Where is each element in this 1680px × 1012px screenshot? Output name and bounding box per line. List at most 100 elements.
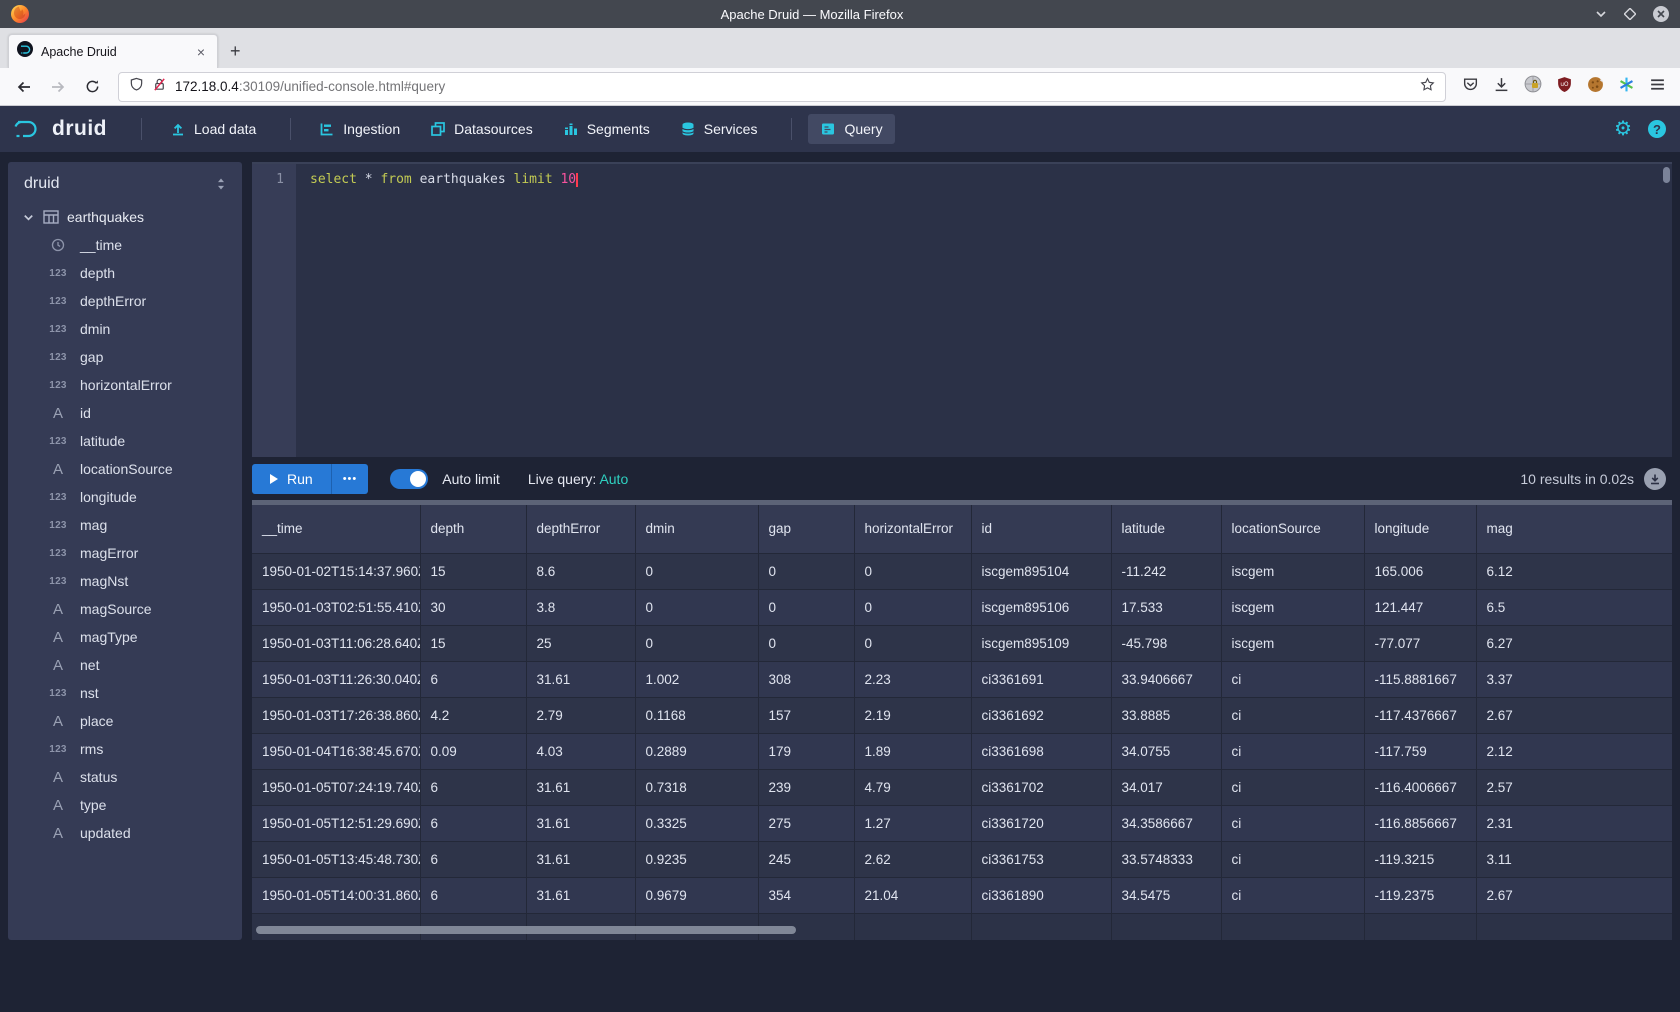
results-cell[interactable]: ci [1221, 769, 1364, 805]
download-icon[interactable] [1493, 76, 1510, 98]
results-cell[interactable]: 2.19 [854, 697, 971, 733]
ublock-icon[interactable]: uO [1556, 76, 1573, 98]
results-cell[interactable]: 239 [758, 769, 854, 805]
results-cell[interactable]: 2.31 [1476, 805, 1672, 841]
results-cell[interactable]: 30 [420, 589, 526, 625]
url-text[interactable]: 172.18.0.4:30109/unified-console.html#qu… [175, 79, 1412, 94]
results-cell[interactable]: 6 [420, 841, 526, 877]
results-cell[interactable]: 4.79 [854, 769, 971, 805]
run-button[interactable]: Run [252, 464, 331, 494]
download-results-icon[interactable] [1644, 468, 1666, 490]
results-cell[interactable]: -116.8856667 [1364, 805, 1476, 841]
results-cell[interactable]: 6 [420, 805, 526, 841]
results-cell[interactable]: 0.7318 [635, 769, 758, 805]
sidebar-table-earthquakes[interactable]: earthquakes [8, 203, 242, 231]
results-cell[interactable]: 21.04 [854, 877, 971, 913]
results-cell[interactable]: ci3361753 [971, 841, 1111, 877]
nav-item-load-data[interactable]: Load data [158, 114, 268, 144]
results-cell[interactable]: 1950-01-05T13:45:48.730Z [252, 841, 420, 877]
results-cell[interactable]: 0.3325 [635, 805, 758, 841]
results-cell[interactable]: -119.2375 [1364, 877, 1476, 913]
results-header-locationSource[interactable]: locationSource [1221, 505, 1364, 553]
results-header-depth[interactable]: depth [420, 505, 526, 553]
results-cell[interactable]: 6.27 [1476, 625, 1672, 661]
sidebar-column-net[interactable]: Anet [8, 651, 242, 679]
results-cell[interactable]: 1.002 [635, 661, 758, 697]
results-cell[interactable]: ci [1221, 661, 1364, 697]
sidebar-column-place[interactable]: Aplace [8, 707, 242, 735]
schema-selector[interactable]: druid [8, 162, 242, 203]
nav-item-ingestion[interactable]: Ingestion [307, 114, 412, 144]
results-cell[interactable]: 15 [420, 625, 526, 661]
results-cell[interactable]: 275 [758, 805, 854, 841]
live-query-value[interactable]: Auto [599, 471, 628, 487]
editor-code-line[interactable]: select * from earthquakes limit 10 [296, 164, 1672, 457]
results-cell[interactable]: 245 [758, 841, 854, 877]
results-cell[interactable]: 31.61 [526, 661, 635, 697]
results-cell[interactable]: ci3361692 [971, 697, 1111, 733]
results-cell[interactable]: 0.2889 [635, 733, 758, 769]
sidebar-column-gap[interactable]: 123gap [8, 343, 242, 371]
results-cell[interactable]: ci3361698 [971, 733, 1111, 769]
results-cell[interactable]: 121.447 [1364, 589, 1476, 625]
results-cell[interactable]: 4.03 [526, 733, 635, 769]
results-cell[interactable]: ci [1221, 805, 1364, 841]
results-cell[interactable]: 31.61 [526, 841, 635, 877]
results-header-gap[interactable]: gap [758, 505, 854, 553]
results-cell[interactable]: 31.61 [526, 877, 635, 913]
results-cell[interactable]: ci3361720 [971, 805, 1111, 841]
results-cell[interactable]: 0 [635, 589, 758, 625]
results-cell[interactable]: 3.37 [1476, 661, 1672, 697]
results-cell[interactable]: 0 [854, 589, 971, 625]
forward-button[interactable] [44, 73, 72, 101]
sidebar-column-longitude[interactable]: 123longitude [8, 483, 242, 511]
results-cell[interactable]: 8.6 [526, 553, 635, 589]
pocket-icon[interactable] [1462, 76, 1479, 98]
results-cell[interactable]: 34.3586667 [1111, 805, 1221, 841]
results-cell[interactable]: 31.61 [526, 769, 635, 805]
results-cell[interactable]: 34.5475 [1111, 877, 1221, 913]
results-cell[interactable]: ci3361702 [971, 769, 1111, 805]
results-cell[interactable]: 6 [420, 661, 526, 697]
horizontal-scrollbar[interactable] [256, 926, 796, 934]
nav-item-segments[interactable]: Segments [551, 114, 662, 144]
results-cell[interactable]: 25 [526, 625, 635, 661]
editor-scrollbar[interactable] [1663, 167, 1670, 183]
results-cell[interactable]: 2.12 [1476, 733, 1672, 769]
results-cell[interactable]: ci3361890 [971, 877, 1111, 913]
results-header-horizontalError[interactable]: horizontalError [854, 505, 971, 553]
results-cell[interactable]: 6.5 [1476, 589, 1672, 625]
results-cell[interactable]: 2.62 [854, 841, 971, 877]
sidebar-column-rms[interactable]: 123rms [8, 735, 242, 763]
results-cell[interactable]: 1950-01-03T11:26:30.040Z [252, 661, 420, 697]
sidebar-column-updated[interactable]: Aupdated [8, 819, 242, 847]
results-cell[interactable]: 33.8885 [1111, 697, 1221, 733]
browser-tab[interactable]: Apache Druid × [8, 34, 218, 68]
query-editor[interactable]: 1 select * from earthquakes limit 10 [252, 162, 1672, 457]
extension-globe-lock-icon[interactable] [1524, 75, 1542, 98]
results-cell[interactable]: 2.79 [526, 697, 635, 733]
cookie-icon[interactable] [1587, 76, 1604, 98]
back-button[interactable] [10, 73, 38, 101]
results-cell[interactable]: 0.09 [420, 733, 526, 769]
results-cell[interactable]: 0 [635, 553, 758, 589]
window-maximize-icon[interactable] [1624, 8, 1636, 20]
results-header-depthError[interactable]: depthError [526, 505, 635, 553]
results-cell[interactable]: 31.61 [526, 805, 635, 841]
results-cell[interactable]: 34.017 [1111, 769, 1221, 805]
results-cell[interactable]: 1950-01-05T14:00:31.860Z [252, 877, 420, 913]
sidebar-column-nst[interactable]: 123nst [8, 679, 242, 707]
window-close-icon[interactable] [1652, 5, 1670, 23]
results-cell[interactable]: iscgem [1221, 589, 1364, 625]
results-cell[interactable]: 3.8 [526, 589, 635, 625]
sidebar-column-magNst[interactable]: 123magNst [8, 567, 242, 595]
results-cell[interactable]: iscgem [1221, 625, 1364, 661]
sidebar-column-status[interactable]: Astatus [8, 763, 242, 791]
sidebar-column-depth[interactable]: 123depth [8, 259, 242, 287]
results-cell[interactable]: ci3361691 [971, 661, 1111, 697]
results-cell[interactable]: 1950-01-05T12:51:29.690Z [252, 805, 420, 841]
results-cell[interactable]: 0 [758, 553, 854, 589]
nav-item-datasources[interactable]: Datasources [418, 114, 545, 144]
results-cell[interactable]: 33.5748333 [1111, 841, 1221, 877]
results-cell[interactable]: 2.57 [1476, 769, 1672, 805]
